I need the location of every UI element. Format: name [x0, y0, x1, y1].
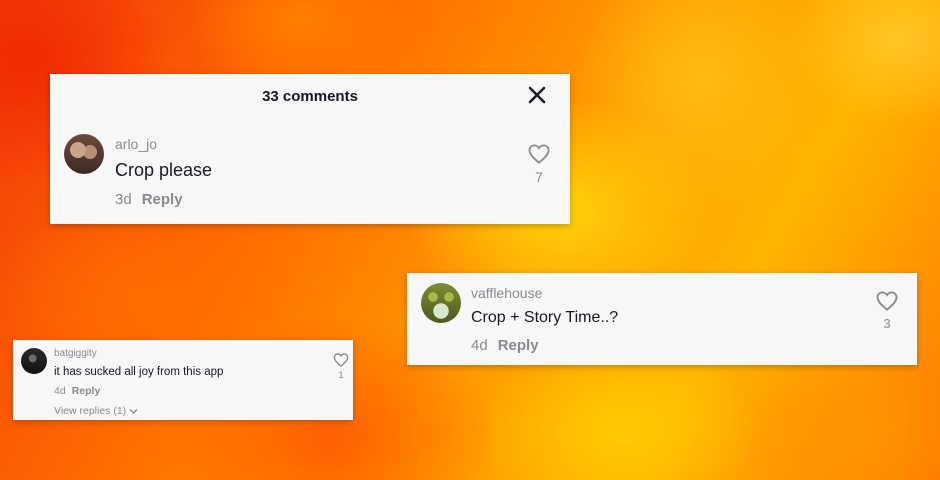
comment-age: 4d	[471, 337, 488, 354]
comment-text: Crop + Story Time..?	[471, 309, 619, 326]
reply-button[interactable]: Reply	[72, 385, 101, 397]
like-count: 3	[883, 316, 891, 331]
comment-age: 3d	[115, 191, 132, 208]
comment-meta: 4d Reply	[471, 337, 539, 354]
comment-text: Crop please	[115, 160, 213, 180]
reply-button[interactable]: Reply	[498, 337, 539, 354]
comment-card: vafflehouse Crop + Story Time..? 4d Reply…	[407, 273, 917, 365]
heart-outline-icon[interactable]	[876, 291, 898, 311]
comment-username[interactable]: batgiggity	[54, 348, 97, 359]
comment-text: it has sucked all joy from this app	[54, 366, 224, 378]
view-replies-label: View replies (1)	[54, 405, 127, 417]
heart-outline-icon[interactable]	[333, 353, 349, 367]
avatar[interactable]	[21, 348, 47, 374]
avatar[interactable]	[64, 134, 104, 174]
chevron-down-icon	[129, 408, 138, 414]
comment-username[interactable]: vafflehouse	[471, 285, 542, 301]
like-count: 1	[338, 370, 344, 381]
like-count: 7	[535, 169, 543, 185]
avatar[interactable]	[421, 283, 461, 323]
reply-button[interactable]: Reply	[142, 191, 183, 208]
comment-username[interactable]: arlo_jo	[115, 136, 157, 152]
comment-age: 4d	[54, 385, 66, 397]
comments-count-title: 33 comments	[262, 88, 358, 105]
comment-card: batgiggity it has sucked all joy from th…	[13, 340, 353, 420]
view-replies-button[interactable]: View replies (1)	[54, 405, 138, 417]
comment-meta: 4d Reply	[54, 385, 100, 397]
heart-outline-icon[interactable]	[528, 144, 550, 164]
comments-panel: 33 comments arlo_jo Crop please 3d Reply …	[50, 74, 570, 224]
close-icon[interactable]	[526, 84, 548, 106]
comment-meta: 3d Reply	[115, 191, 183, 208]
